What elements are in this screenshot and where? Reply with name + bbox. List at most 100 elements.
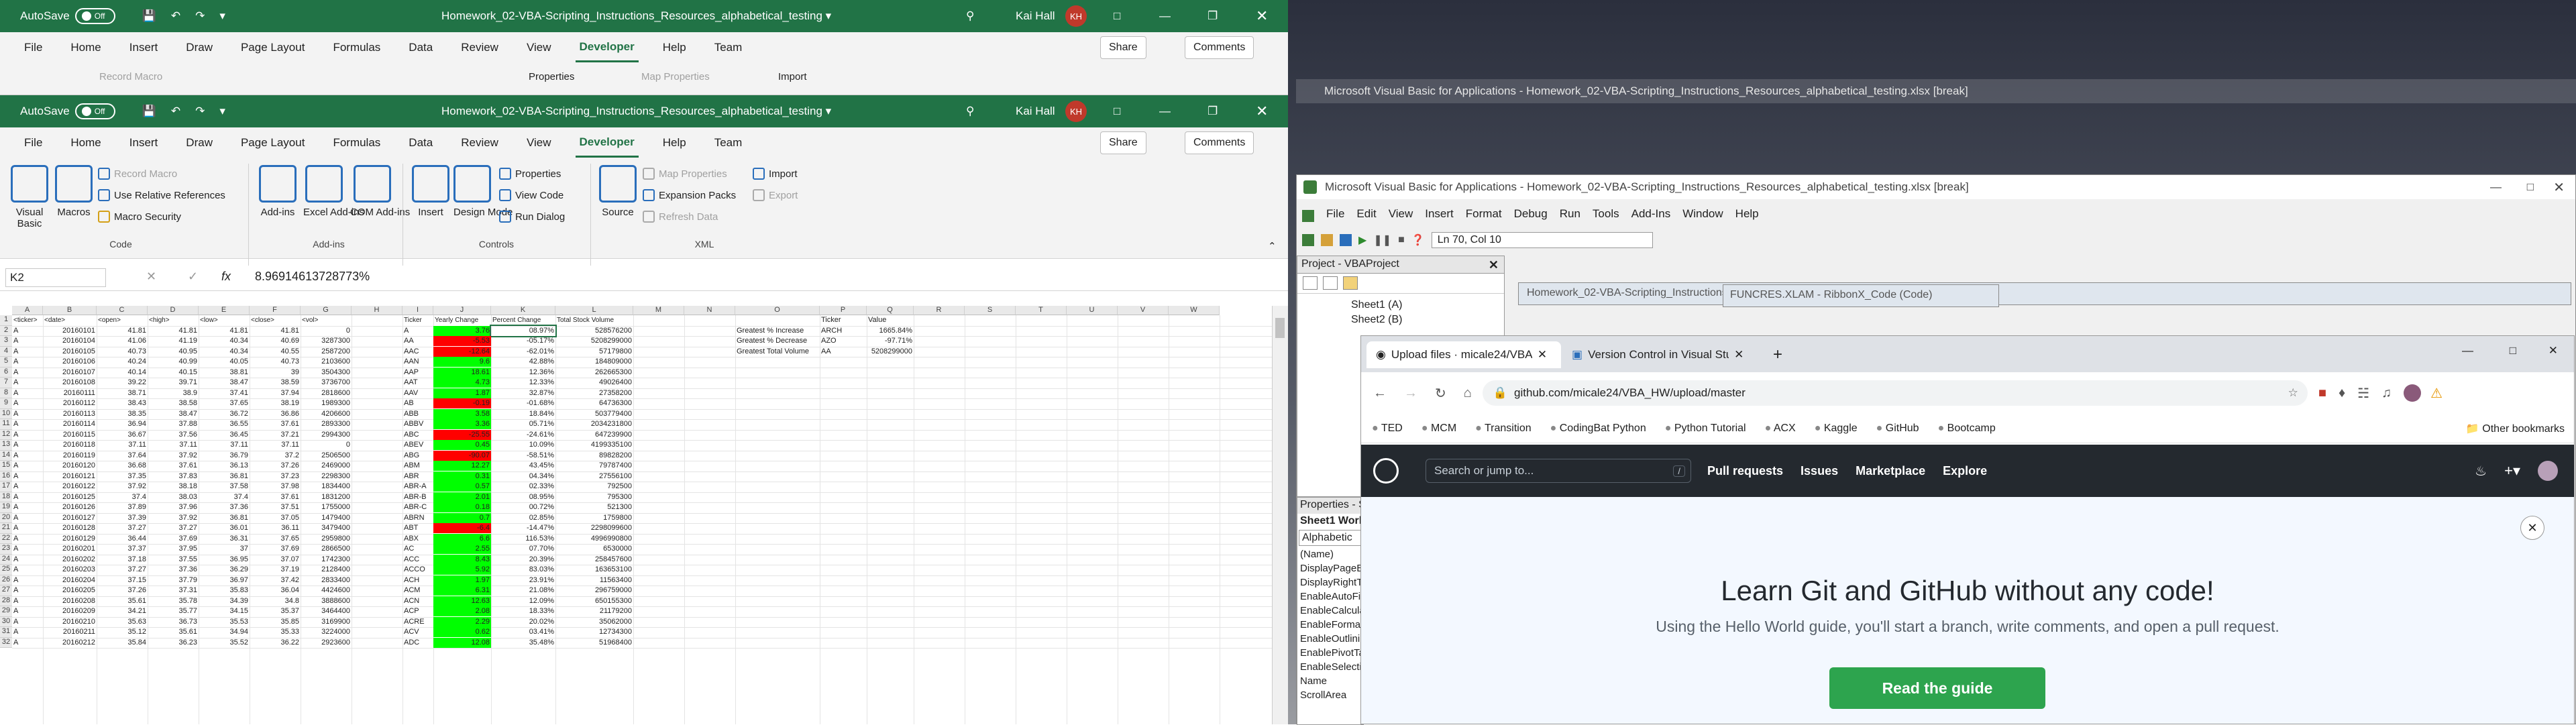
cell[interactable]: 3504300 — [301, 368, 352, 378]
worksheet-grid[interactable]: A B C D E F G H I J K L M N O P Q R S T U V W 1 2 3 4 5 6 7 8 9 10 11 12 13… — [0, 306, 1272, 724]
cell[interactable]: 37.61 — [148, 461, 199, 471]
back-map-properties[interactable]: Map Properties — [641, 71, 710, 82]
cell[interactable]: 20160104 — [43, 336, 97, 346]
cell[interactable]: 650155300 — [555, 596, 633, 606]
yearly-change-cell[interactable]: 6.6 — [433, 533, 491, 544]
cell[interactable]: 39 — [250, 368, 301, 378]
cell[interactable]: <ticker> — [12, 315, 43, 325]
cell[interactable]: 07.70% — [491, 544, 555, 554]
cell[interactable]: 37.89 — [97, 502, 148, 512]
cell[interactable]: ABX — [402, 534, 433, 544]
cell[interactable]: 40.05 — [199, 357, 250, 367]
row-header[interactable]: 12 — [0, 429, 12, 440]
cell[interactable]: Greatest % Increase — [735, 326, 820, 336]
column-header[interactable]: L — [555, 306, 633, 315]
cell[interactable]: -97.71% — [867, 336, 914, 346]
cell[interactable]: 20160122 — [43, 482, 97, 492]
cell[interactable]: 36.13 — [199, 461, 250, 471]
cell[interactable]: 37.11 — [148, 440, 199, 450]
cell[interactable]: A — [12, 347, 43, 357]
yearly-change-cell[interactable]: 2.01 — [433, 492, 491, 502]
row-header[interactable]: 27 — [0, 585, 12, 596]
row-header[interactable]: 8 — [0, 388, 12, 398]
cell[interactable]: A — [12, 585, 43, 596]
row-header[interactable]: 13 — [0, 440, 12, 451]
cell[interactable]: 3287300 — [301, 336, 352, 346]
cell[interactable]: 37.27 — [97, 565, 148, 575]
property-item[interactable]: DisplayRightToLeft — [1300, 575, 1363, 590]
cell[interactable]: 41.81 — [250, 326, 301, 336]
yearly-change-cell[interactable]: -5.53 — [433, 336, 491, 346]
menu-data[interactable]: Data — [405, 34, 437, 61]
cell[interactable]: 38.35 — [97, 409, 148, 419]
cell[interactable]: ABT — [402, 523, 433, 533]
cell[interactable]: AA — [402, 336, 433, 346]
cell[interactable]: 41.19 — [148, 336, 199, 346]
cell[interactable]: 0 — [301, 440, 352, 450]
cell[interactable]: 2866500 — [301, 544, 352, 554]
cell[interactable]: 20160128 — [43, 523, 97, 533]
cell[interactable]: 08.95% — [491, 492, 555, 502]
cell[interactable]: 20160211 — [43, 627, 97, 637]
cell[interactable]: 37.2 — [250, 451, 301, 461]
cell[interactable]: ACC — [402, 555, 433, 565]
row-header[interactable]: 26 — [0, 575, 12, 585]
cell[interactable]: 32.87% — [491, 388, 555, 398]
cell[interactable]: 35.83 — [199, 585, 250, 596]
menu-file[interactable]: File — [20, 129, 46, 156]
cell[interactable]: 37.19 — [250, 565, 301, 575]
cell[interactable]: 36.31 — [199, 534, 250, 544]
vba-menu-format[interactable]: Format — [1466, 207, 1502, 225]
menu-team[interactable]: Team — [710, 129, 747, 156]
record-macro-button[interactable]: Record Macro — [98, 168, 177, 180]
cell[interactable]: 40.24 — [97, 357, 148, 367]
customize-icon[interactable]: ▾ — [219, 105, 225, 118]
row-header[interactable]: 29 — [0, 606, 12, 617]
cell[interactable]: 20160129 — [43, 534, 97, 544]
cell[interactable]: 36.68 — [97, 461, 148, 471]
yearly-change-cell[interactable]: 0.18 — [433, 502, 491, 512]
cell[interactable]: 34.39 — [199, 596, 250, 606]
cell[interactable]: A — [12, 430, 43, 440]
cell[interactable]: ADC — [402, 638, 433, 648]
browser-minimize-icon[interactable]: — — [2462, 344, 2473, 357]
menu-home[interactable]: Home — [66, 129, 105, 156]
cell[interactable]: A — [12, 606, 43, 616]
refresh-data-button[interactable]: Refresh Data — [643, 211, 718, 223]
cell[interactable]: 35.85 — [250, 617, 301, 627]
reset-icon[interactable]: ■ — [1398, 234, 1405, 246]
macros-button[interactable]: Macros — [54, 165, 94, 218]
column-header[interactable]: U — [1067, 306, 1118, 315]
address-bar[interactable]: 🔒 github.com/micale24/VBA_HW/upload/mast… — [1482, 380, 2308, 406]
cell[interactable]: 37.4 — [97, 492, 148, 502]
cell[interactable]: 20160111 — [43, 388, 97, 398]
cell[interactable]: 89828200 — [555, 451, 633, 461]
document-title-back[interactable]: Homework_02-VBA-Scripting_Instructions_R… — [441, 9, 831, 23]
customize-icon[interactable]: ▾ — [219, 9, 225, 23]
cell[interactable]: 37.51 — [250, 502, 301, 512]
cell[interactable]: 37.41 — [199, 388, 250, 398]
row-header[interactable]: 1 — [0, 315, 12, 326]
cell[interactable]: 35.53 — [199, 617, 250, 627]
cell[interactable]: 37.35 — [97, 471, 148, 482]
cell[interactable]: 20160106 — [43, 357, 97, 367]
cell[interactable]: 20.02% — [491, 617, 555, 627]
cell[interactable]: 37.39 — [97, 513, 148, 523]
row-header[interactable]: 11 — [0, 419, 12, 430]
cell[interactable]: 20160108 — [43, 378, 97, 388]
cell[interactable]: 36.55 — [199, 419, 250, 429]
yearly-change-cell[interactable]: 3.58 — [433, 408, 491, 419]
cell[interactable]: 10.09% — [491, 440, 555, 450]
view-object-icon[interactable] — [1323, 276, 1338, 290]
column-header[interactable]: N — [684, 306, 735, 315]
cell[interactable]: ABC — [402, 430, 433, 440]
row-header[interactable]: 30 — [0, 616, 12, 627]
menu-help[interactable]: Help — [659, 129, 690, 156]
yearly-change-cell[interactable]: 6.31 — [433, 585, 491, 596]
break-icon[interactable]: ❚❚ — [1373, 233, 1391, 247]
cell[interactable]: ARCH — [820, 326, 867, 336]
yearly-change-cell[interactable]: 0.7 — [433, 512, 491, 523]
minimize-icon[interactable]: — — [1159, 9, 1171, 23]
comments-button[interactable]: Comments — [1185, 36, 1254, 59]
cell[interactable]: 37.92 — [148, 513, 199, 523]
